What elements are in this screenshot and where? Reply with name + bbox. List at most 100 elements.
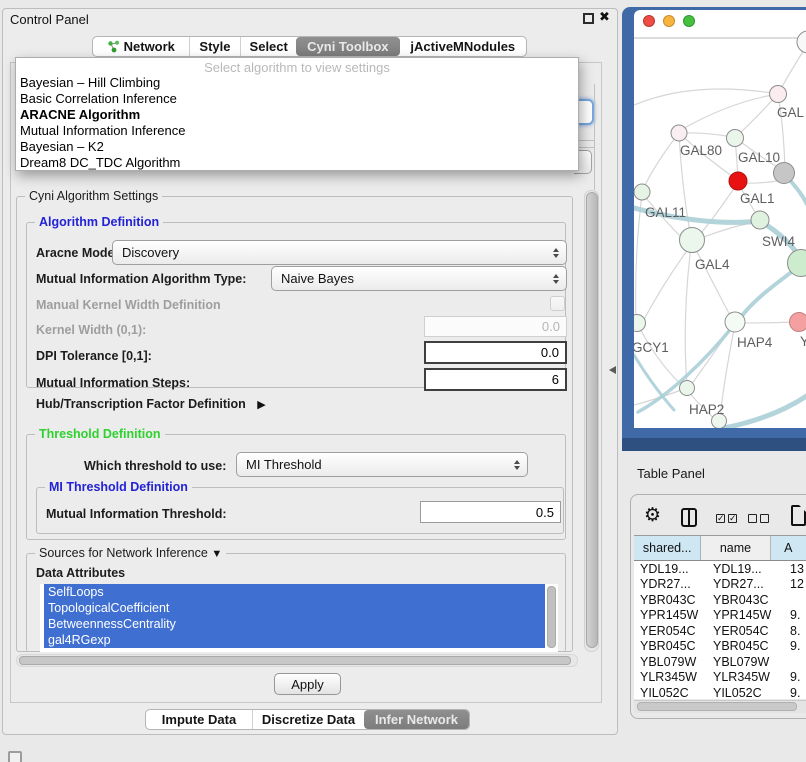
table-row[interactable]: YIL052CYIL052C9. xyxy=(634,685,806,699)
node-label: GAL11 xyxy=(645,205,686,220)
screen: Control Panel ✖ Network Style Select Cyn… xyxy=(0,0,806,762)
column-header-partial[interactable]: A xyxy=(771,536,806,560)
traffic-light-zoom-icon[interactable] xyxy=(684,16,695,27)
mi-steps-field[interactable]: 6 xyxy=(424,368,567,391)
network-canvas[interactable]: GAL GAL80 GAL10 GAL1 GAL11 SWI4 GAL4 GCY… xyxy=(634,10,806,428)
node-salmon[interactable] xyxy=(790,313,806,332)
checkbox-unchecked-icon[interactable] xyxy=(748,514,757,523)
tab-discretize-data[interactable]: Discretize Data xyxy=(252,710,364,729)
node-gal10[interactable] xyxy=(727,130,744,147)
control-panel-title: Control Panel xyxy=(10,12,89,27)
close-icon[interactable]: ✖ xyxy=(599,9,610,25)
node-partial[interactable] xyxy=(797,31,806,53)
node-label: HAP2 xyxy=(689,402,724,417)
table-row[interactable]: YBR045CYBR045C9. xyxy=(634,639,806,655)
aracne-mode-select[interactable]: Discovery xyxy=(112,240,567,265)
node-hap2[interactable] xyxy=(680,381,695,396)
tab-select[interactable]: Select xyxy=(240,37,296,56)
node-hap4[interactable] xyxy=(725,312,745,332)
tab-cyni-toolbox[interactable]: Cyni Toolbox xyxy=(296,37,400,56)
list-item[interactable]: SelfLoops xyxy=(44,584,545,600)
node-gal11[interactable] xyxy=(634,184,650,200)
table-row[interactable]: YDR27...YDR27...12 xyxy=(634,577,806,593)
table-row[interactable]: YLR345WYLR345W9. xyxy=(634,670,806,686)
network-nodes[interactable] xyxy=(634,31,806,428)
tab-jactivemnodules[interactable]: jActiveMNodules xyxy=(400,37,526,56)
which-threshold-select[interactable]: MI Threshold xyxy=(236,452,528,477)
document-icon[interactable] xyxy=(791,505,806,526)
column-header-shared[interactable]: shared... xyxy=(634,536,701,560)
dropdown-item[interactable]: Basic Correlation Inference xyxy=(16,91,578,107)
list-item[interactable]: gal4RGexp xyxy=(44,632,545,648)
disclosure-down-icon[interactable]: ▼ xyxy=(211,548,222,560)
checkbox-checked-icon[interactable]: ✓ xyxy=(728,514,737,523)
traffic-light-close-icon[interactable] xyxy=(644,16,655,27)
traffic-light-minimize-icon[interactable] xyxy=(664,16,675,27)
dropdown-item-selected[interactable]: ARACNE Algorithm xyxy=(16,107,578,123)
table-hscrollbar-thumb[interactable] xyxy=(637,702,797,711)
dropdown-item[interactable]: Bayesian – Hill Climbing xyxy=(16,75,578,91)
stepper-arrows-icon xyxy=(553,248,559,258)
columns-icon[interactable] xyxy=(681,508,697,527)
hub-definition-label[interactable]: Hub/Transcription Factor Definition ▶ xyxy=(36,397,266,411)
table-body[interactable]: YDL19...YDL19...13 YDR27...YDR27...12 YB… xyxy=(634,561,806,699)
node-gal4[interactable] xyxy=(680,228,705,253)
data-attributes-label: Data Attributes xyxy=(36,566,125,580)
node-gal[interactable] xyxy=(770,86,787,103)
checkbox-unchecked-icon[interactable] xyxy=(760,514,769,523)
mi-threshold-label: Mutual Information Threshold: xyxy=(46,507,227,521)
dpi-tolerance-label: DPI Tolerance [0,1]: xyxy=(36,349,152,363)
node-gal80[interactable] xyxy=(671,125,687,141)
manual-kernel-label: Manual Kernel Width Definition xyxy=(36,298,221,312)
table-row[interactable]: YER054CYER054C8. xyxy=(634,623,806,639)
dropdown-item[interactable]: Mutual Information Inference xyxy=(16,123,578,139)
disclosure-right-icon[interactable]: ▶ xyxy=(257,399,265,411)
tab-impute-data[interactable]: Impute Data xyxy=(146,710,252,729)
hidden-groupbox-border xyxy=(578,140,594,141)
settings-hscrollbar-thumb[interactable] xyxy=(19,656,571,665)
node-label: HAP4 xyxy=(737,335,773,350)
algorithm-definition-title: Algorithm Definition xyxy=(35,215,163,229)
manual-kernel-checkbox[interactable] xyxy=(550,296,565,311)
mi-type-select[interactable]: Naive Bayes xyxy=(271,266,567,291)
table-row[interactable]: YDL19...YDL19...13 xyxy=(634,561,806,577)
tab-network[interactable]: Network xyxy=(93,37,189,56)
network-node-labels: GAL GAL80 GAL10 GAL1 GAL11 SWI4 GAL4 GCY… xyxy=(634,105,806,417)
table-row[interactable]: YPR145WYPR145W9. xyxy=(634,608,806,624)
list-scrollbar[interactable] xyxy=(547,586,556,648)
node-label: GCY1 xyxy=(634,340,669,355)
checkbox-checked-icon[interactable]: ✓ xyxy=(716,514,725,523)
list-item[interactable]: TopologicalCoefficient xyxy=(44,600,545,616)
float-window-icon[interactable] xyxy=(583,13,594,24)
node-label: GAL80 xyxy=(680,143,722,158)
node-gray[interactable] xyxy=(774,163,795,184)
tab-style[interactable]: Style xyxy=(189,37,241,56)
apply-button[interactable]: Apply xyxy=(274,673,341,695)
control-panel-tabstrip: Network Style Select Cyni Toolbox jActiv… xyxy=(92,36,527,57)
table-header: shared... name A xyxy=(634,535,806,561)
algorithm-dropdown-popup: Select algorithm to view settings Bayesi… xyxy=(15,57,579,171)
bottom-tabstrip: Impute Data Discretize Data Infer Networ… xyxy=(145,709,470,730)
mi-threshold-field[interactable]: 0.5 xyxy=(420,501,561,523)
kernel-width-label: Kernel Width (0,1): xyxy=(36,323,146,337)
data-attributes-list[interactable]: SelfLoops TopologicalCoefficient Between… xyxy=(40,584,558,652)
collapsed-panel-icon[interactable] xyxy=(8,751,22,762)
node-selected-red[interactable] xyxy=(729,172,747,190)
table-row[interactable]: YBL079WYBL079W xyxy=(634,654,806,670)
gear-icon[interactable]: ⚙ xyxy=(644,504,661,527)
node-gal1[interactable] xyxy=(751,211,769,229)
stepper-arrows-icon xyxy=(553,274,559,284)
dropdown-item[interactable]: Dream8 DC_TDC Algorithm xyxy=(16,155,578,171)
table-row[interactable]: YBR043CYBR043C xyxy=(634,592,806,608)
node-label: GAL1 xyxy=(740,191,775,206)
mi-type-label: Mutual Information Algorithm Type: xyxy=(36,272,246,286)
dpi-tolerance-field[interactable]: 0.0 xyxy=(424,341,567,364)
threshold-definition-title: Threshold Definition xyxy=(35,427,165,441)
dropdown-item[interactable]: Bayesian – K2 xyxy=(16,139,578,155)
column-header-name[interactable]: name xyxy=(701,536,770,560)
list-item[interactable]: BetweennessCentrality xyxy=(44,616,545,632)
tab-infer-network[interactable]: Infer Network xyxy=(364,710,469,729)
cursor-arrow xyxy=(609,366,616,374)
settings-vscrollbar-thumb[interactable] xyxy=(586,192,598,648)
node-gcy1[interactable] xyxy=(634,315,646,332)
